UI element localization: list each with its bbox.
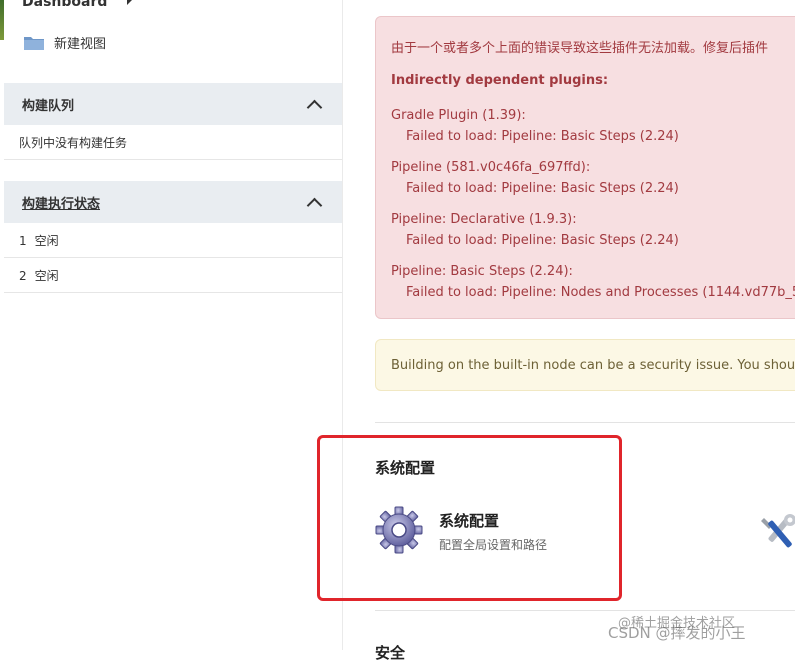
executor-status: 空闲 [34, 234, 59, 248]
section-divider [375, 422, 795, 423]
new-view-link[interactable]: 新建视图 [24, 31, 106, 53]
plugin-name: Pipeline: Declarative (1.9.3): [391, 212, 577, 227]
plugin-error: Failed to load: Pipeline: Basic Steps (2… [406, 129, 679, 144]
executor-row: 1 空闲 [4, 224, 342, 258]
executors-title[interactable]: 构建执行状态 [22, 193, 100, 212]
breadcrumb-chevron-icon[interactable] [127, 0, 132, 5]
build-queue-empty-text: 队列中没有构建任务 [19, 136, 128, 150]
executor-index: 1 [19, 233, 27, 248]
plugin-error: Failed to load: Pipeline: Nodes and Proc… [406, 285, 795, 300]
build-queue-header[interactable]: 构建队列 [4, 83, 342, 125]
executor-status: 空闲 [34, 269, 59, 283]
plugin-name: Gradle Plugin (1.39): [391, 108, 526, 123]
jenkins-logo-fragment [0, 0, 4, 40]
folder-icon [24, 36, 44, 50]
sidebar: Dashboard 新建视图 构建队列 队列中没有构建任务 构建执行状态 1 空… [0, 0, 342, 650]
plugin-error: Failed to load: Pipeline: Basic Steps (2… [406, 181, 679, 196]
section-divider [375, 610, 795, 611]
error-heading: Indirectly dependent plugins: [391, 73, 609, 88]
error-intro: 由于一个或者多个上面的错误导致这些插件无法加载。修复后插件 [391, 41, 769, 56]
executor-row: 2 空闲 [4, 259, 342, 293]
build-queue-title: 构建队列 [22, 98, 75, 114]
security-section-title: 安全 [375, 644, 406, 662]
highlight-box [317, 435, 622, 601]
executors-header[interactable]: 构建执行状态 [4, 181, 342, 223]
plugin-error: Failed to load: Pipeline: Basic Steps (2… [406, 233, 679, 248]
collapse-chevron-icon[interactable] [306, 197, 323, 213]
breadcrumb-dashboard[interactable]: Dashboard [22, 0, 107, 10]
new-view-label: 新建视图 [54, 36, 107, 52]
watermark-csdn: CSDN @摔发的小王 [608, 624, 746, 642]
collapse-chevron-icon[interactable] [306, 99, 323, 115]
plugin-name: Pipeline: Basic Steps (2.24): [391, 264, 573, 279]
tools-icon[interactable] [760, 510, 795, 555]
executor-index: 2 [19, 268, 27, 283]
plugin-name: Pipeline (581.v0c46fa_697ffd): [391, 160, 591, 175]
build-queue-empty: 队列中没有构建任务 [4, 126, 342, 160]
security-warning-text: Building on the built-in node can be a s… [391, 358, 795, 373]
